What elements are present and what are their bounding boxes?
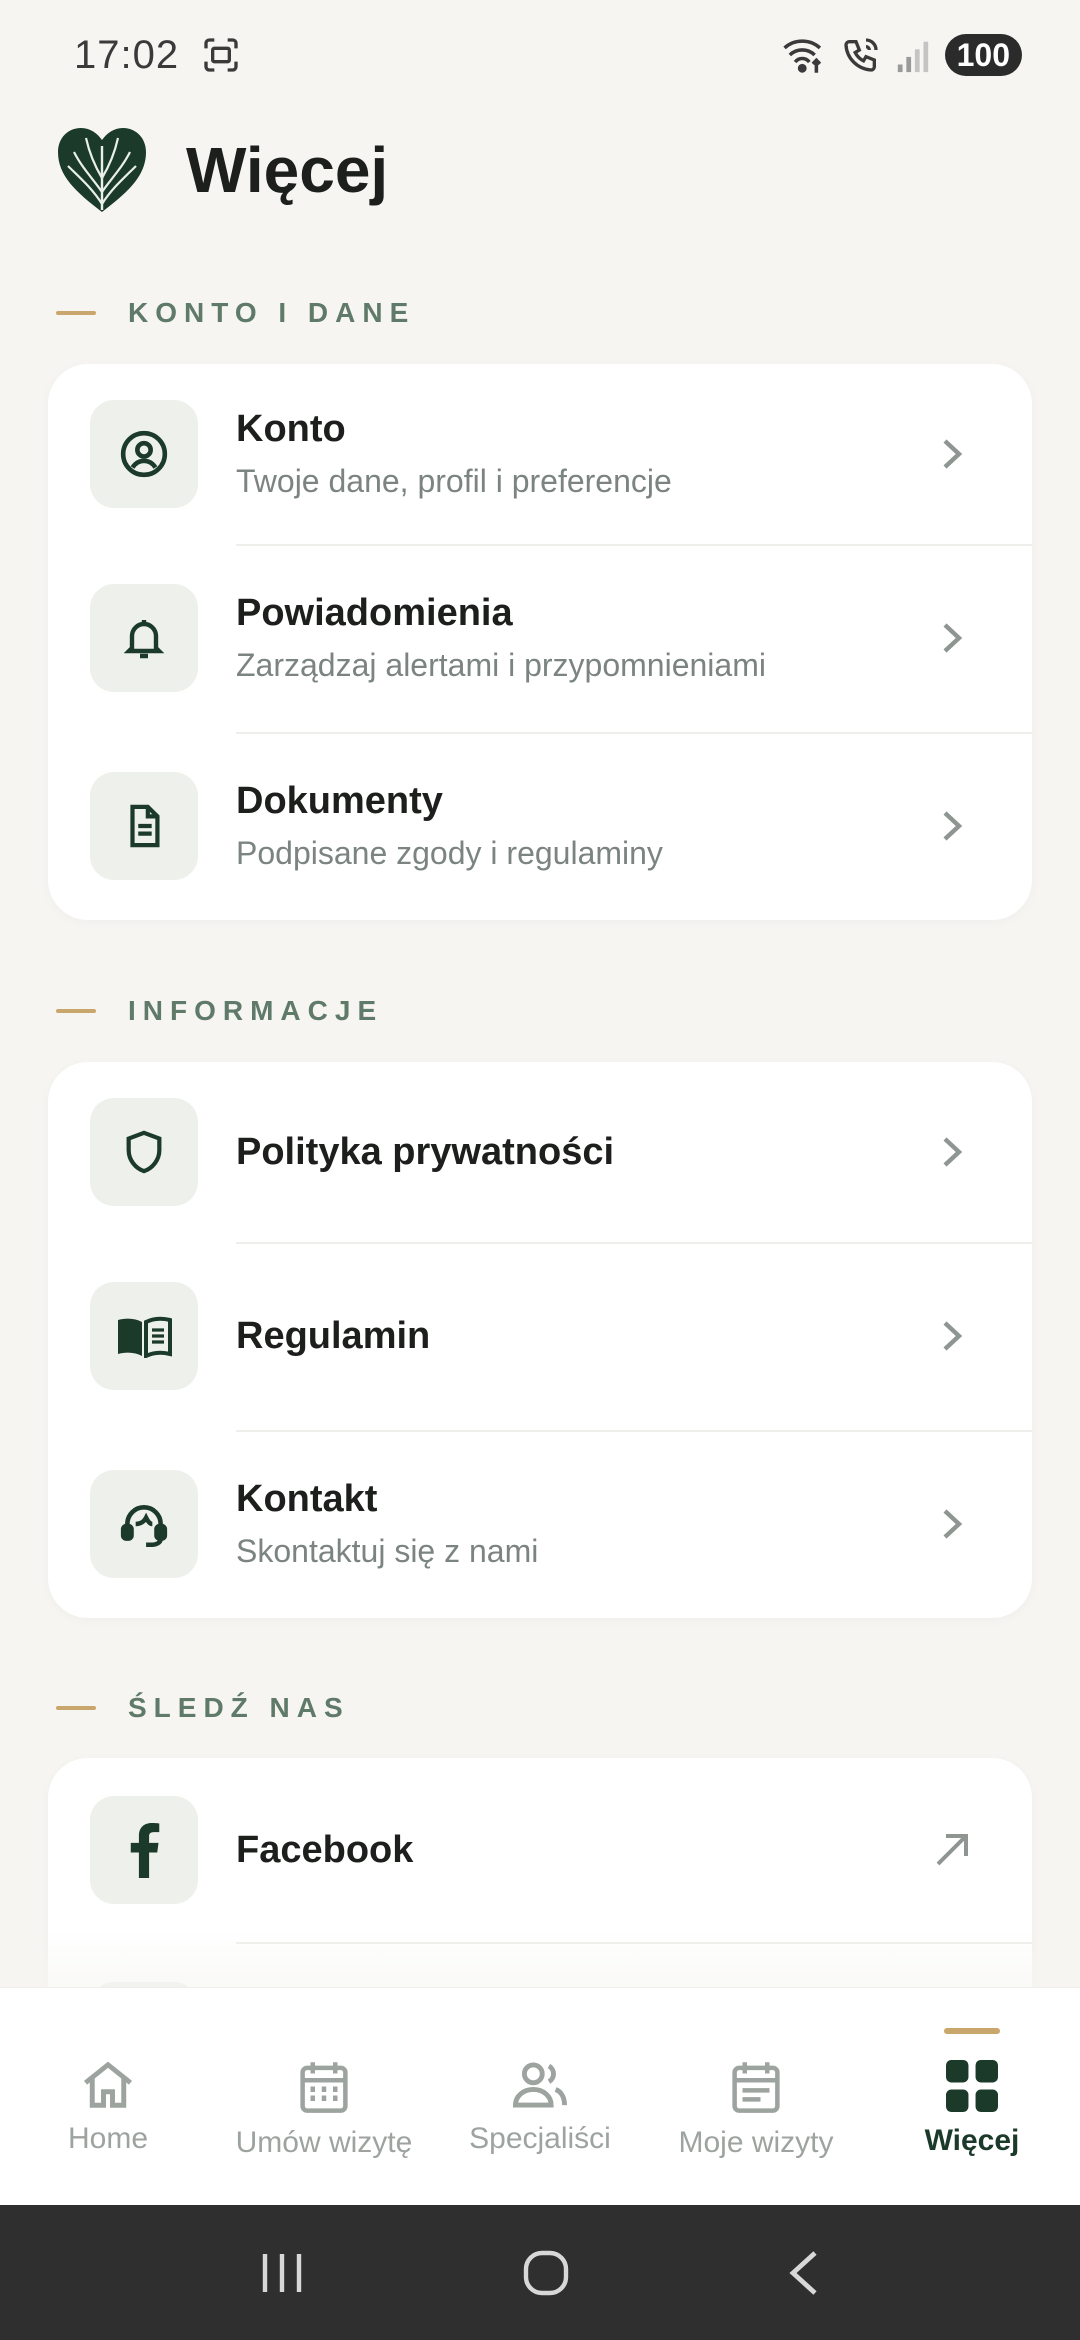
battery-indicator: 100 [944,34,1022,76]
recent-apps-icon[interactable] [259,2250,305,2296]
shield-icon [126,1130,162,1174]
menu-item-title: Polityka prywatności [236,1130,615,1173]
menu-item-subtitle: Podpisane zgody i regulaminy [236,835,663,871]
menu-item-subtitle: Skontaktuj się z nami [236,1533,539,1569]
page-header: Więcej [56,122,388,218]
section-title: INFORMACJE [128,995,384,1026]
nav-item-home[interactable]: Home [0,1988,216,2205]
menu-item-title: Konto [236,408,346,450]
grid-icon [946,2060,998,2112]
section-title: KONTO I DANE [128,297,416,328]
status-bar: 17:02 100 [0,0,1080,110]
bell-icon [123,620,165,659]
icon-box [90,584,198,692]
people-icon [513,2062,567,2108]
menu-item-title: Kontakt [236,1478,378,1520]
section-title: ŚLEDŹ NAS [128,1692,350,1723]
status-time: 17:02 [74,32,180,77]
support-headset-icon [120,1505,168,1547]
chevron-right-icon [943,1137,963,1167]
card-informacje: Polityka prywatności Regulamin Kontakt S… [48,1062,1032,1618]
menu-item-powiadomienia[interactable]: Powiadomienia Zarządzaj alertami i przyp… [48,544,1032,732]
heart-leaf-logo [58,128,146,212]
icon-box [90,400,198,508]
section-dash [56,311,96,315]
document-icon [130,804,160,848]
menu-item-subtitle: Twoje dane, profil i preferencje [236,463,672,499]
menu-item-polityka-prywatnosci[interactable]: Polityka prywatności [48,1062,1032,1242]
menu-item-subtitle: Zarządzaj alertami i przypomnieniami [236,647,766,683]
chevron-right-icon [943,1509,963,1539]
book-icon [118,1316,172,1358]
home-circle-icon[interactable] [522,2249,570,2297]
menu-item-kontakt[interactable]: Kontakt Skontaktuj się z nami [48,1430,1032,1618]
icon-box [90,1282,198,1390]
facebook-icon [130,1823,160,1878]
volte-call-icon [843,38,878,72]
icon-box [90,772,198,880]
back-icon[interactable] [787,2249,821,2297]
page-title: Więcej [186,134,389,206]
icon-box [90,1470,198,1578]
menu-item-title: Facebook [236,1828,414,1871]
nav-label: Moje wizyty [678,2126,834,2159]
icon-box [90,1098,198,1206]
bottom-navigation: Home Umów wizytę Specjaliści Moje wizyty… [0,1987,1080,2205]
nav-label: Umów wizytę [235,2126,413,2159]
menu-item-konto[interactable]: Konto Twoje dane, profil i preferencje [48,364,1032,544]
nav-label: Home [67,2122,149,2155]
calendar-list-icon [732,2062,780,2113]
scroll-fade [0,1930,1080,1990]
section-dash [56,1706,96,1710]
icon-box [90,1796,198,1904]
signal-icon [897,41,928,73]
user-circle-icon [120,430,168,478]
chevron-right-icon [943,439,963,469]
menu-item-facebook[interactable]: Facebook [48,1758,1032,1942]
section-label-konto-i-dane: KONTO I DANE [56,293,415,333]
home-icon [83,2061,133,2108]
nav-item-moje-wizyty[interactable]: Moje wizyty [648,1988,864,2205]
section-dash [56,1009,96,1013]
card-konto-i-dane: Konto Twoje dane, profil i preferencje P… [48,364,1032,920]
chevron-right-icon [943,623,963,653]
nav-item-specjalisci[interactable]: Specjaliści [432,1988,648,2205]
nav-label: Więcej [924,2124,1020,2157]
wifi-calling-icon [782,39,821,73]
nav-item-wiecej[interactable]: Więcej [864,1988,1080,2205]
menu-item-title: Powiadomienia [236,592,513,634]
calendar-grid-icon [300,2062,348,2113]
menu-item-title: Dokumenty [236,780,443,822]
screenshot-icon [204,38,238,72]
nav-item-umow-wizyte[interactable]: Umów wizytę [216,1988,432,2205]
external-link-icon [936,1834,968,1866]
system-navigation-bar [0,2205,1080,2340]
nav-label: Specjaliści [469,2122,611,2155]
chevron-right-icon [943,1321,963,1351]
chevron-right-icon [943,811,963,841]
menu-item-regulamin[interactable]: Regulamin [48,1242,1032,1430]
menu-item-dokumenty[interactable]: Dokumenty Podpisane zgody i regulaminy [48,732,1032,920]
menu-item-title: Regulamin [236,1314,431,1357]
section-label-informacje: INFORMACJE [56,991,383,1031]
section-label-sledz-nas: ŚLEDŹ NAS [56,1688,350,1728]
active-tab-indicator [944,2028,1000,2034]
